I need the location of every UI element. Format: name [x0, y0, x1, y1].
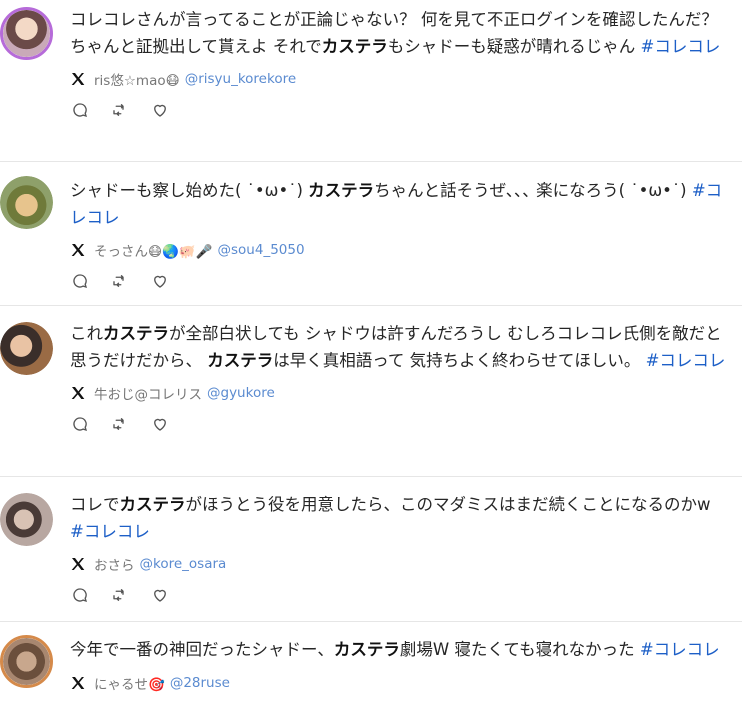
x-logo-icon [71, 244, 85, 256]
post-text: 今年で一番の神回だったシャドー、カステラ劇場W 寝たくても寝れなかった #コレコ… [70, 640, 720, 659]
hashtag-link[interactable]: #コレコレ [640, 640, 720, 659]
hashtag-link[interactable]: #コレコレ [646, 351, 726, 370]
post-feed: コレコレさんが言ってることが正論じゃない？ 何を見て不正ログインを確認したんだ？… [0, 0, 742, 726]
hashtag-link[interactable]: #コレコレ [641, 37, 721, 56]
author-handle[interactable]: @28ruse [170, 675, 230, 691]
post-actions [70, 271, 726, 291]
reply-icon[interactable] [70, 271, 90, 291]
avatar[interactable] [0, 7, 53, 60]
x-logo-icon [71, 676, 85, 689]
author-name[interactable]: そっさん😷🌏🐖🎤 [94, 240, 213, 260]
post: 今年で一番の神回だったシャドー、カステラ劇場W 寝たくても寝れなかった #コレコ… [0, 622, 742, 726]
avatar[interactable] [0, 176, 53, 229]
repost-icon[interactable] [110, 271, 130, 291]
post-author: おさら @kore_osara [70, 553, 726, 575]
like-icon[interactable] [150, 100, 170, 120]
avatar[interactable] [0, 493, 53, 546]
post: コレコレさんが言ってることが正論じゃない？ 何を見て不正ログインを確認したんだ？… [0, 0, 742, 162]
author-name[interactable]: おさら [94, 554, 135, 574]
like-icon[interactable] [150, 271, 170, 291]
post-author: ris悠☆mao😷 @risyu_korekore [70, 68, 726, 90]
author-handle[interactable]: @kore_osara [140, 556, 227, 572]
post: シャドーも察し始めた( ˙•ω•˙) カステラちゃんと話そうぜ､､､ 楽になろう… [0, 162, 742, 306]
post-actions [70, 100, 726, 120]
post: コレでカステラがほうとう役を用意したら、このマダミスはまだ続くことになるのかw … [0, 477, 742, 622]
reply-icon[interactable] [70, 100, 90, 120]
like-icon[interactable] [150, 414, 170, 434]
repost-icon[interactable] [110, 414, 130, 434]
post-author: そっさん😷🌏🐖🎤 @sou4_5050 [70, 239, 726, 261]
post-text: シャドーも察し始めた( ˙•ω•˙) カステラちゃんと話そうぜ､､､ 楽になろう… [70, 181, 723, 227]
post-author: 牛おじ@コレリス @gyukore [70, 382, 726, 404]
avatar[interactable] [0, 635, 53, 688]
like-icon[interactable] [150, 585, 170, 605]
author-name[interactable]: ris悠☆mao😷 [94, 69, 180, 89]
post-actions [70, 585, 726, 605]
post-author: にゃるせ🎯 @28ruse [70, 672, 726, 694]
author-handle[interactable]: @risyu_korekore [185, 71, 296, 87]
repost-icon[interactable] [110, 585, 130, 605]
post-text: これカステラが全部白状しても シャドウは許すんだろうし むしろコレコレ氏側を敵だ… [70, 324, 726, 370]
hashtag-link[interactable]: #コレコレ [70, 522, 150, 541]
x-logo-icon [71, 387, 85, 399]
author-handle[interactable]: @sou4_5050 [218, 242, 305, 258]
reply-icon[interactable] [70, 585, 90, 605]
x-logo-icon [71, 73, 85, 85]
author-handle[interactable]: @gyukore [207, 385, 275, 401]
post-actions [70, 414, 726, 434]
author-name[interactable]: 牛おじ@コレリス [94, 383, 202, 403]
author-name[interactable]: にゃるせ🎯 [94, 673, 165, 693]
post: これカステラが全部白状しても シャドウは許すんだろうし むしろコレコレ氏側を敵だ… [0, 306, 742, 477]
post-text: コレでカステラがほうとう役を用意したら、このマダミスはまだ続くことになるのかw … [70, 495, 711, 541]
reply-icon[interactable] [70, 414, 90, 434]
post-text: コレコレさんが言ってることが正論じゃない？ 何を見て不正ログインを確認したんだ？… [70, 10, 721, 56]
repost-icon[interactable] [110, 100, 130, 120]
x-logo-icon [71, 558, 85, 570]
avatar[interactable] [0, 322, 53, 375]
